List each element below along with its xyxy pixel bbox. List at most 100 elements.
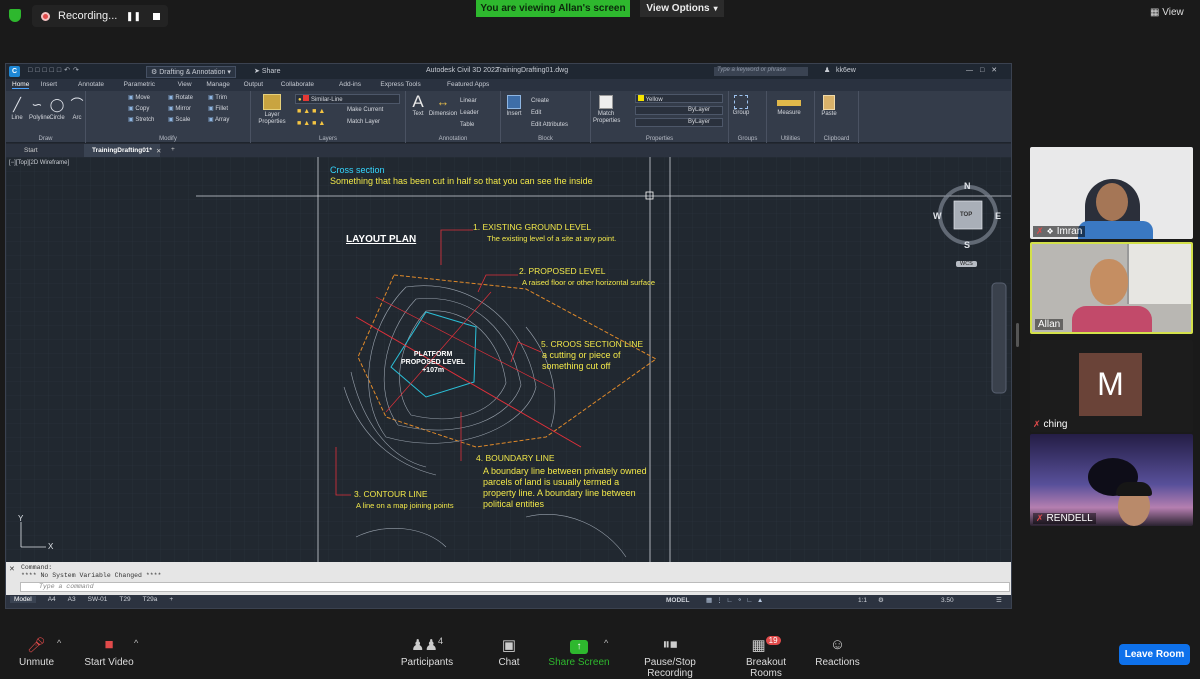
modify-tool-stretch[interactable]: ▣ Stretch xyxy=(128,116,166,123)
wcs-menu[interactable]: WCS xyxy=(956,261,977,267)
add-layout-icon[interactable]: + xyxy=(169,596,173,603)
participants-button[interactable]: ♟♟4 Participants xyxy=(397,636,457,668)
layers-group-label[interactable]: Layers xyxy=(251,136,405,142)
close-icon[interactable]: ✕ xyxy=(9,565,15,574)
window-controls[interactable]: —□✕ xyxy=(966,66,1004,74)
viewport-controls-label[interactable]: [−][Top][2D Wireframe] xyxy=(9,160,69,166)
start-video-button[interactable]: ■ Start Video xyxy=(80,636,138,668)
user-icon[interactable]: ♟ xyxy=(824,66,830,74)
ribbon-tab-express-tools[interactable]: Express Tools xyxy=(380,81,420,88)
layout-tab-t29[interactable]: T29 xyxy=(119,596,130,603)
linear-button[interactable]: Linear xyxy=(460,95,479,107)
draw-group-label[interactable]: Draw xyxy=(6,136,85,142)
ribbon-tab-manage[interactable]: Manage xyxy=(206,81,230,88)
ribbon-tab-annotate[interactable]: Annotate xyxy=(78,81,104,88)
help-search-input[interactable]: Type a keyword or phrase xyxy=(714,67,808,76)
layout-tab-a3[interactable]: A3 xyxy=(68,596,76,603)
modify-tool-fillet[interactable]: ▣ Fillet xyxy=(208,105,246,112)
chevron-up-icon[interactable]: ^ xyxy=(604,638,608,648)
layout-tab-sw-01[interactable]: SW-01 xyxy=(88,596,108,603)
reactions-button[interactable]: ☺ Reactions xyxy=(815,636,860,668)
layout-tab-model[interactable]: Model xyxy=(10,596,36,603)
viewcube-top[interactable]: TOP xyxy=(960,212,972,218)
viewcube-west[interactable]: W xyxy=(933,211,942,221)
modify-tool-trim[interactable]: ▣ Trim xyxy=(208,94,246,101)
pause-stop-recording-button[interactable]: ⏸︎⏹︎ Pause/Stop Recording xyxy=(622,636,718,679)
quick-access-icons[interactable]: □□□□□↶↷ xyxy=(28,66,82,74)
pause-icon[interactable]: ❚❚ xyxy=(126,11,141,22)
ribbon-tab-add-ins[interactable]: Add-ins xyxy=(339,81,361,88)
participant-tile-allan[interactable]: Allan xyxy=(1030,242,1193,334)
color-dropdown[interactable]: Yellow xyxy=(635,94,723,103)
insert-button[interactable]: Insert xyxy=(504,93,524,117)
chevron-up-icon[interactable]: ^ xyxy=(57,638,61,648)
hamburger-icon[interactable]: ☰ xyxy=(996,596,1002,604)
edit-block-button[interactable]: Edit xyxy=(531,107,568,119)
annotation-group-label[interactable]: Annotation xyxy=(406,136,500,142)
draw-tool-line[interactable]: ╱ Line xyxy=(9,95,25,121)
view-options-button[interactable]: View Options ▾ xyxy=(640,0,724,17)
lineweight-dropdown[interactable]: ByLayer xyxy=(635,118,723,127)
block-group-label[interactable]: Block xyxy=(501,136,590,142)
leader-button[interactable]: Leader xyxy=(460,107,479,119)
modify-tool-array[interactable]: ▣ Array xyxy=(208,116,246,123)
paste-button[interactable]: Paste xyxy=(819,94,839,117)
gear-icon[interactable]: ⚙ xyxy=(878,596,884,604)
annotation-scale[interactable]: 1:1 xyxy=(858,597,867,604)
doc-tab-start[interactable]: Start xyxy=(24,147,38,154)
close-icon[interactable]: ✕ xyxy=(156,147,161,155)
command-input[interactable]: Type a command xyxy=(20,582,1010,592)
draw-tool-circle[interactable]: ◯ Circle xyxy=(49,95,65,121)
viewcube-east[interactable]: E xyxy=(995,211,1001,221)
text-button[interactable]: A Text xyxy=(408,93,428,118)
ribbon-tab-collaborate[interactable]: Collaborate xyxy=(281,81,314,88)
layout-tab-a4[interactable]: A4 xyxy=(48,596,56,603)
recording-indicator[interactable]: Recording... ❚❚ xyxy=(32,5,168,27)
drawing-canvas[interactable]: [−][Top][2D Wireframe] Cross section Som… xyxy=(6,157,1011,562)
match-layer-button[interactable]: Match Layer xyxy=(347,119,380,125)
view-button[interactable]: ▦ View xyxy=(1150,7,1184,18)
ribbon-tab-featured-apps[interactable]: Featured Apps xyxy=(447,81,489,88)
layout-tab-t29a[interactable]: T29a xyxy=(143,596,158,603)
share-screen-button[interactable]: ↑ Share Screen xyxy=(548,636,610,668)
edit-attributes-button[interactable]: Edit Attributes xyxy=(531,119,568,131)
ribbon-tab-view[interactable]: View xyxy=(178,81,192,88)
panel-resize-handle[interactable] xyxy=(1016,323,1019,347)
viewcube-south[interactable]: S xyxy=(964,240,970,250)
group-button[interactable]: Group xyxy=(731,94,751,116)
modify-tool-copy[interactable]: ▣ Copy xyxy=(128,105,166,112)
draw-tool-arc[interactable]: ⌒ Arc xyxy=(69,95,85,121)
linetype-dropdown[interactable]: ByLayer xyxy=(635,106,723,115)
user-name[interactable]: kk6ew xyxy=(836,67,856,74)
clipboard-group-label[interactable]: Clipboard xyxy=(815,136,858,142)
layer-tool-icons[interactable]: ■▲■▲ ■▲■▲ xyxy=(297,106,327,130)
layer-dropdown[interactable]: ● Similar-Line xyxy=(295,94,400,104)
model-space-toggle[interactable]: MODEL xyxy=(666,597,689,604)
leave-room-button[interactable]: Leave Room xyxy=(1119,644,1190,665)
workspace-select[interactable]: ⚙ Drafting & Annotation ▾ xyxy=(146,66,236,78)
layer-properties-button[interactable]: Layer Properties xyxy=(257,94,287,126)
modify-tool-scale[interactable]: ▣ Scale xyxy=(168,116,206,123)
status-tool-icons[interactable]: ▦⋮∟⚬∟▲ xyxy=(706,596,767,604)
participant-tile-ching[interactable]: M ✗ ching xyxy=(1030,340,1193,432)
modify-tool-mirror[interactable]: ▣ Mirror xyxy=(168,105,206,112)
ribbon-tab-insert[interactable]: Insert xyxy=(41,81,57,88)
share-button[interactable]: ➤ Share xyxy=(254,67,281,75)
groups-group-label[interactable]: Groups xyxy=(729,136,766,142)
ribbon-tab-output[interactable]: Output xyxy=(244,81,264,88)
chevron-up-icon[interactable]: ^ xyxy=(134,638,138,648)
stop-icon[interactable] xyxy=(153,12,160,20)
dimension-button[interactable]: ↔ Dimension xyxy=(428,93,458,117)
new-tab-icon[interactable]: + xyxy=(171,146,175,153)
chat-button[interactable]: ▣ Chat xyxy=(492,636,526,668)
match-properties-button[interactable]: Match Properties xyxy=(593,93,620,125)
modify-tool-rotate[interactable]: ▣ Rotate xyxy=(168,94,206,101)
viewcube-north[interactable]: N xyxy=(964,181,971,191)
ribbon-tab-home[interactable]: Home xyxy=(12,81,30,89)
breakout-rooms-button[interactable]: ▦ 19 Breakout Rooms xyxy=(730,636,802,679)
table-button[interactable]: Table xyxy=(460,119,479,131)
ribbon-tab-parametric[interactable]: Parametric xyxy=(124,81,155,88)
participant-tile-imran[interactable]: ✗ ❖ Imran xyxy=(1030,147,1193,239)
shield-icon[interactable] xyxy=(9,9,21,22)
make-current-button[interactable]: Make Current xyxy=(347,107,383,113)
